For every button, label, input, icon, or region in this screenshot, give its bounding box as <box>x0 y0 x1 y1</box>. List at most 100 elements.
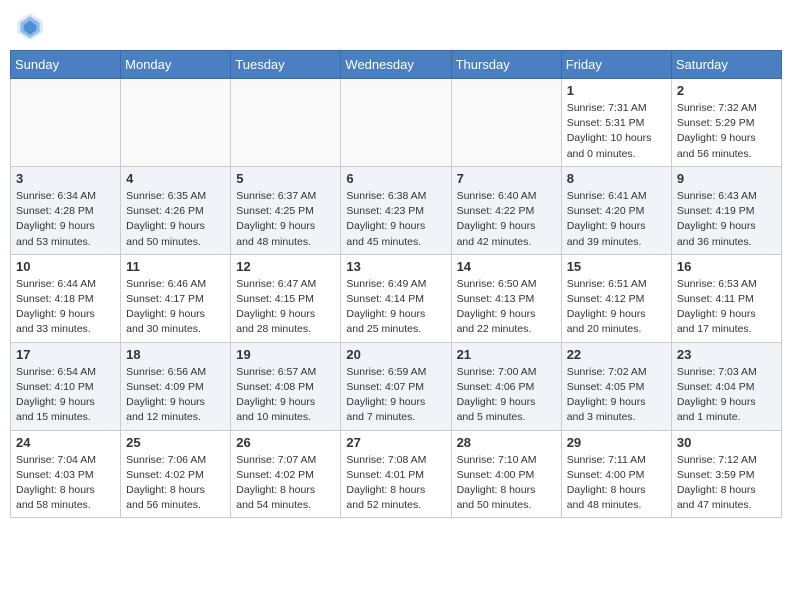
day-info: Sunrise: 6:43 AM Sunset: 4:19 PM Dayligh… <box>677 189 776 250</box>
day-info: Sunrise: 6:38 AM Sunset: 4:23 PM Dayligh… <box>346 189 445 250</box>
day-number: 9 <box>677 171 776 186</box>
day-number: 28 <box>457 435 556 450</box>
day-info: Sunrise: 6:57 AM Sunset: 4:08 PM Dayligh… <box>236 365 335 426</box>
calendar-cell: 24 Sunrise: 7:04 AM Sunset: 4:03 PM Dayli… <box>11 430 121 518</box>
calendar-week-2: 3 Sunrise: 6:34 AM Sunset: 4:28 PM Daylig… <box>11 166 782 254</box>
calendar-cell: 2Sunrise: 7:32 AM Sunset: 5:29 PM Daylig… <box>671 79 781 167</box>
day-info: Sunrise: 6:59 AM Sunset: 4:07 PM Dayligh… <box>346 365 445 426</box>
calendar-cell: 20 Sunrise: 6:59 AM Sunset: 4:07 PM Dayli… <box>341 342 451 430</box>
calendar-cell: 12 Sunrise: 6:47 AM Sunset: 4:15 PM Dayli… <box>231 254 341 342</box>
day-number: 21 <box>457 347 556 362</box>
calendar-cell: 29 Sunrise: 7:11 AM Sunset: 4:00 PM Dayli… <box>561 430 671 518</box>
calendar-week-4: 17 Sunrise: 6:54 AM Sunset: 4:10 PM Dayli… <box>11 342 782 430</box>
day-info: Sunrise: 7:12 AM Sunset: 3:59 PM Dayligh… <box>677 453 776 514</box>
day-info: Sunrise: 6:47 AM Sunset: 4:15 PM Dayligh… <box>236 277 335 338</box>
calendar-cell <box>451 79 561 167</box>
logo-icon <box>14 10 46 42</box>
calendar-week-5: 24 Sunrise: 7:04 AM Sunset: 4:03 PM Dayli… <box>11 430 782 518</box>
calendar-table: SundayMondayTuesdayWednesdayThursdayFrid… <box>10 50 782 518</box>
calendar-cell <box>121 79 231 167</box>
day-info: Sunrise: 6:35 AM Sunset: 4:26 PM Dayligh… <box>126 189 225 250</box>
day-number: 26 <box>236 435 335 450</box>
calendar-cell: 14 Sunrise: 6:50 AM Sunset: 4:13 PM Dayli… <box>451 254 561 342</box>
calendar-cell: 25 Sunrise: 7:06 AM Sunset: 4:02 PM Dayli… <box>121 430 231 518</box>
day-info: Sunrise: 6:54 AM Sunset: 4:10 PM Dayligh… <box>16 365 115 426</box>
day-number: 25 <box>126 435 225 450</box>
day-info: Sunrise: 6:40 AM Sunset: 4:22 PM Dayligh… <box>457 189 556 250</box>
day-number: 27 <box>346 435 445 450</box>
weekday-header-tuesday: Tuesday <box>231 51 341 79</box>
day-number: 30 <box>677 435 776 450</box>
calendar-cell: 21Sunrise: 7:00 AM Sunset: 4:06 PM Dayli… <box>451 342 561 430</box>
day-info: Sunrise: 7:08 AM Sunset: 4:01 PM Dayligh… <box>346 453 445 514</box>
calendar-cell: 10 Sunrise: 6:44 AM Sunset: 4:18 PM Dayli… <box>11 254 121 342</box>
day-info: Sunrise: 7:07 AM Sunset: 4:02 PM Dayligh… <box>236 453 335 514</box>
calendar-cell: 27 Sunrise: 7:08 AM Sunset: 4:01 PM Dayli… <box>341 430 451 518</box>
day-number: 18 <box>126 347 225 362</box>
day-number: 10 <box>16 259 115 274</box>
calendar-cell: 16 Sunrise: 6:53 AM Sunset: 4:11 PM Dayli… <box>671 254 781 342</box>
day-info: Sunrise: 7:04 AM Sunset: 4:03 PM Dayligh… <box>16 453 115 514</box>
calendar-cell: 1 Sunrise: 7:31 AM Sunset: 5:31 PM Daylig… <box>561 79 671 167</box>
day-number: 24 <box>16 435 115 450</box>
calendar-cell: 18 Sunrise: 6:56 AM Sunset: 4:09 PM Dayli… <box>121 342 231 430</box>
day-number: 7 <box>457 171 556 186</box>
calendar-cell <box>231 79 341 167</box>
day-number: 16 <box>677 259 776 274</box>
calendar-cell <box>11 79 121 167</box>
calendar-cell: 5Sunrise: 6:37 AM Sunset: 4:25 PM Daylig… <box>231 166 341 254</box>
day-number: 12 <box>236 259 335 274</box>
day-info: Sunrise: 6:44 AM Sunset: 4:18 PM Dayligh… <box>16 277 115 338</box>
day-number: 19 <box>236 347 335 362</box>
day-info: Sunrise: 6:34 AM Sunset: 4:28 PM Dayligh… <box>16 189 115 250</box>
calendar-cell: 8 Sunrise: 6:41 AM Sunset: 4:20 PM Daylig… <box>561 166 671 254</box>
calendar-cell: 15 Sunrise: 6:51 AM Sunset: 4:12 PM Dayli… <box>561 254 671 342</box>
day-info: Sunrise: 6:51 AM Sunset: 4:12 PM Dayligh… <box>567 277 666 338</box>
calendar-cell: 19 Sunrise: 6:57 AM Sunset: 4:08 PM Dayli… <box>231 342 341 430</box>
calendar-week-3: 10 Sunrise: 6:44 AM Sunset: 4:18 PM Dayli… <box>11 254 782 342</box>
day-info: Sunrise: 6:56 AM Sunset: 4:09 PM Dayligh… <box>126 365 225 426</box>
day-number: 15 <box>567 259 666 274</box>
weekday-header-thursday: Thursday <box>451 51 561 79</box>
calendar-cell: 4 Sunrise: 6:35 AM Sunset: 4:26 PM Daylig… <box>121 166 231 254</box>
calendar-cell: 23Sunrise: 7:03 AM Sunset: 4:04 PM Dayli… <box>671 342 781 430</box>
weekday-header-row: SundayMondayTuesdayWednesdayThursdayFrid… <box>11 51 782 79</box>
calendar-cell <box>341 79 451 167</box>
day-number: 3 <box>16 171 115 186</box>
logo <box>14 10 50 42</box>
calendar-cell: 9 Sunrise: 6:43 AM Sunset: 4:19 PM Daylig… <box>671 166 781 254</box>
day-number: 2 <box>677 83 776 98</box>
calendar-cell: 3 Sunrise: 6:34 AM Sunset: 4:28 PM Daylig… <box>11 166 121 254</box>
day-number: 17 <box>16 347 115 362</box>
day-info: Sunrise: 6:37 AM Sunset: 4:25 PM Dayligh… <box>236 189 335 250</box>
calendar-cell: 28 Sunrise: 7:10 AM Sunset: 4:00 PM Dayli… <box>451 430 561 518</box>
weekday-header-saturday: Saturday <box>671 51 781 79</box>
day-number: 4 <box>126 171 225 186</box>
day-number: 22 <box>567 347 666 362</box>
weekday-header-sunday: Sunday <box>11 51 121 79</box>
calendar-cell: 26 Sunrise: 7:07 AM Sunset: 4:02 PM Dayli… <box>231 430 341 518</box>
day-info: Sunrise: 6:53 AM Sunset: 4:11 PM Dayligh… <box>677 277 776 338</box>
day-number: 20 <box>346 347 445 362</box>
day-info: Sunrise: 6:46 AM Sunset: 4:17 PM Dayligh… <box>126 277 225 338</box>
day-number: 8 <box>567 171 666 186</box>
day-number: 14 <box>457 259 556 274</box>
day-info: Sunrise: 6:49 AM Sunset: 4:14 PM Dayligh… <box>346 277 445 338</box>
day-number: 1 <box>567 83 666 98</box>
calendar-cell: 17 Sunrise: 6:54 AM Sunset: 4:10 PM Dayli… <box>11 342 121 430</box>
day-info: Sunrise: 7:03 AM Sunset: 4:04 PM Dayligh… <box>677 365 776 426</box>
day-number: 29 <box>567 435 666 450</box>
day-number: 6 <box>346 171 445 186</box>
day-info: Sunrise: 6:50 AM Sunset: 4:13 PM Dayligh… <box>457 277 556 338</box>
day-number: 11 <box>126 259 225 274</box>
calendar-cell: 30 Sunrise: 7:12 AM Sunset: 3:59 PM Dayli… <box>671 430 781 518</box>
weekday-header-monday: Monday <box>121 51 231 79</box>
day-info: Sunrise: 7:31 AM Sunset: 5:31 PM Dayligh… <box>567 101 666 162</box>
day-info: Sunrise: 7:11 AM Sunset: 4:00 PM Dayligh… <box>567 453 666 514</box>
weekday-header-wednesday: Wednesday <box>341 51 451 79</box>
day-info: Sunrise: 6:41 AM Sunset: 4:20 PM Dayligh… <box>567 189 666 250</box>
page-header <box>10 10 782 42</box>
calendar-cell: 6 Sunrise: 6:38 AM Sunset: 4:23 PM Daylig… <box>341 166 451 254</box>
day-info: Sunrise: 7:10 AM Sunset: 4:00 PM Dayligh… <box>457 453 556 514</box>
day-info: Sunrise: 7:06 AM Sunset: 4:02 PM Dayligh… <box>126 453 225 514</box>
